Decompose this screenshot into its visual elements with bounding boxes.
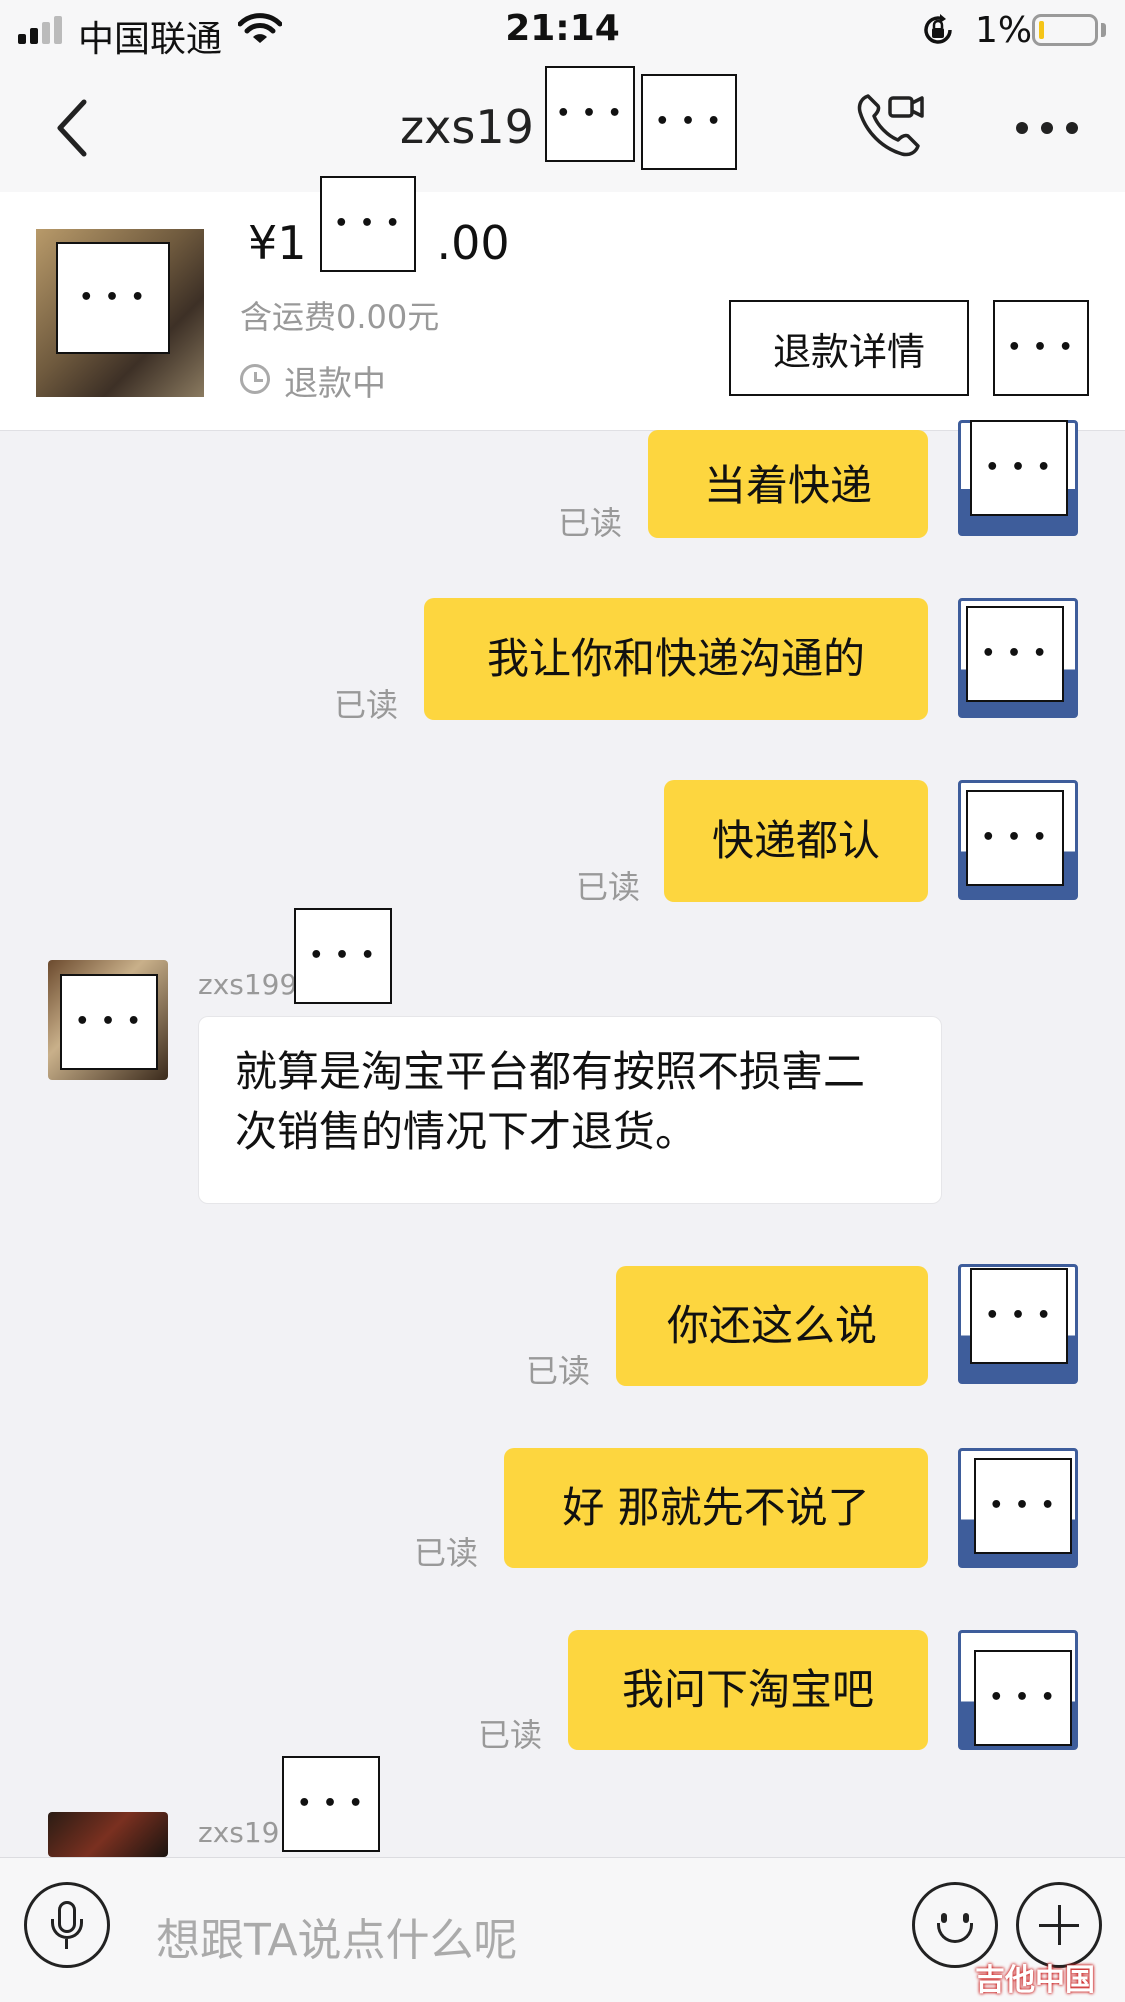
redaction-box: [970, 420, 1068, 516]
message-bubble[interactable]: 就算是淘宝平台都有按照不损害二次销售的情况下才退货。: [198, 1016, 942, 1204]
read-status: 已读: [558, 504, 623, 542]
status-bar: 中国联通 21:14 1%: [0, 0, 1125, 60]
battery-nub: [1101, 23, 1106, 37]
read-status: 已读: [334, 686, 399, 724]
sender-name: zxs199: [198, 968, 298, 1001]
redaction-box: [545, 66, 635, 162]
clock-icon: [240, 364, 270, 394]
battery-icon: [1032, 14, 1098, 46]
input-bar: 想跟TA说点什么呢: [0, 1857, 1125, 2002]
redaction-box: [966, 606, 1064, 702]
redaction-box: [641, 74, 737, 170]
message-input[interactable]: 想跟TA说点什么呢: [156, 1904, 518, 1968]
microphone-icon[interactable]: [24, 1882, 110, 1968]
battery-level: [1039, 21, 1044, 39]
redaction-box: [970, 1268, 1068, 1364]
chat-title: zxs19: [400, 100, 534, 154]
redaction-box: [60, 974, 158, 1070]
redaction-box: [320, 176, 416, 272]
order-status: 退款中: [284, 364, 386, 404]
read-status: 已读: [478, 1716, 543, 1754]
order-card[interactable]: ¥1.00 含运费0.00元 退款中 退款详情: [0, 176, 1125, 431]
redaction-box: [56, 242, 170, 354]
redaction-box: [282, 1756, 380, 1852]
contact-avatar[interactable]: [48, 1812, 168, 1857]
message-bubble[interactable]: 当着快递: [648, 430, 928, 538]
message-bubble[interactable]: 快递都认: [664, 780, 928, 902]
shipping-fee: 含运费0.00元: [240, 298, 440, 336]
message-bubble[interactable]: 好 那就先不说了: [504, 1448, 928, 1568]
read-status: 已读: [414, 1534, 479, 1572]
more-icon[interactable]: [1012, 118, 1082, 138]
nav-bar: zxs19: [0, 60, 1125, 193]
phone-video-icon[interactable]: [854, 90, 926, 162]
redaction-box: [294, 908, 392, 1004]
back-chevron-icon[interactable]: [52, 98, 92, 158]
sender-name: zxs19: [198, 1816, 280, 1849]
status-time: 21:14: [505, 8, 620, 49]
redaction-box: [974, 1650, 1072, 1746]
redaction-box: [974, 1458, 1072, 1554]
message-bubble[interactable]: 你还这么说: [616, 1266, 928, 1386]
watermark-text: 吉他中国: [975, 1963, 1095, 1998]
redaction-box: [993, 300, 1089, 396]
refund-details-button[interactable]: 退款详情: [729, 300, 969, 396]
message-bubble[interactable]: 我让你和快递沟通的: [424, 598, 928, 720]
redaction-box: [966, 790, 1064, 886]
read-status: 已读: [526, 1352, 591, 1390]
orientation-lock-icon: [924, 14, 952, 44]
message-bubble[interactable]: 我问下淘宝吧: [568, 1630, 928, 1750]
battery-percent: 1%: [975, 10, 1033, 51]
read-status: 已读: [576, 868, 641, 906]
